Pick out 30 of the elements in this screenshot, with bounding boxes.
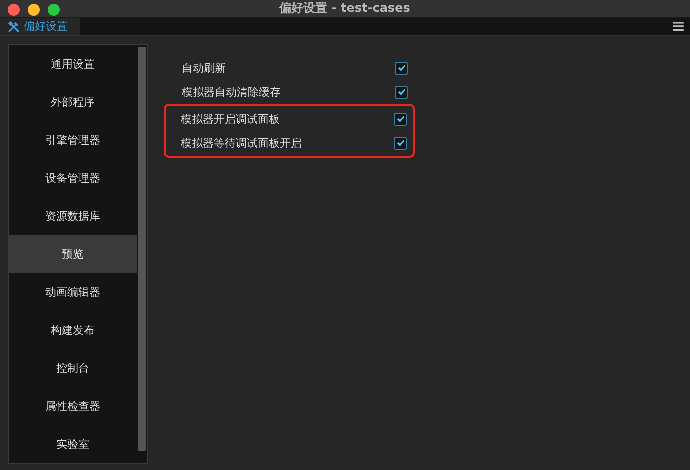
- window-title: 偏好设置 - test-cases: [280, 0, 410, 17]
- sidebar-item[interactable]: 预览: [9, 235, 137, 273]
- sidebar-item[interactable]: 设备管理器: [9, 159, 137, 197]
- sidebar-item[interactable]: 实验室: [9, 425, 137, 463]
- close-button[interactable]: [8, 4, 20, 16]
- sidebar-item[interactable]: 构建发布: [9, 311, 137, 349]
- zoom-button[interactable]: [48, 4, 60, 16]
- checkbox[interactable]: [395, 62, 408, 74]
- setting-label: 自动刷新: [182, 60, 226, 76]
- sidebar-item[interactable]: 属性检查器: [9, 387, 137, 425]
- setting-label: 模拟器开启调试面板: [181, 112, 280, 126]
- minimize-button[interactable]: [28, 4, 40, 16]
- setting-label: 模拟器等待调试面板开启: [181, 136, 302, 150]
- sidebar-item[interactable]: 通用设置: [9, 45, 137, 83]
- sidebar-item[interactable]: 资源数据库: [9, 197, 137, 235]
- sidebar-item[interactable]: 动画编辑器: [9, 273, 137, 311]
- tools-icon: [8, 20, 20, 32]
- check-icon: [396, 63, 406, 73]
- sidebar-item[interactable]: 外部程序: [9, 83, 137, 121]
- checkbox[interactable]: [394, 112, 407, 126]
- checkbox[interactable]: [395, 86, 408, 98]
- sidebar-item[interactable]: 引擎管理器: [9, 121, 137, 159]
- check-icon: [396, 114, 406, 124]
- setting-label: 模拟器自动清除缓存: [182, 84, 281, 100]
- checkbox[interactable]: [394, 136, 407, 150]
- sidebar-item[interactable]: 控制台: [9, 349, 137, 387]
- menu-icon[interactable]: [673, 22, 684, 31]
- check-icon: [396, 87, 406, 97]
- check-icon: [396, 138, 406, 148]
- tab[interactable]: 偏好设置: [0, 18, 80, 35]
